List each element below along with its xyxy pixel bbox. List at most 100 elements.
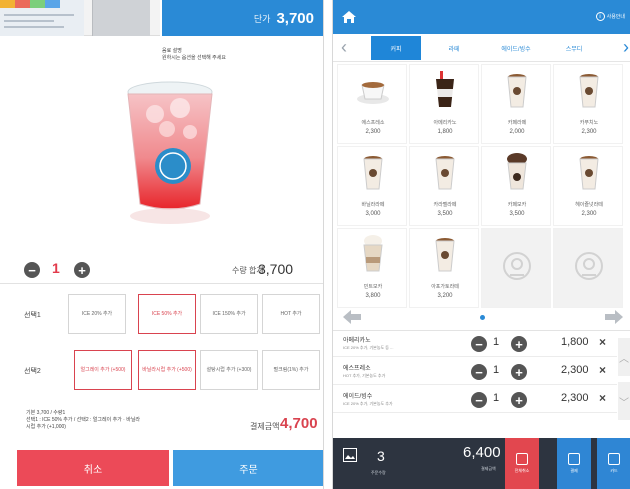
order-item-price: 2,300 — [561, 392, 589, 404]
menu-item-price: 2,300 — [365, 129, 381, 135]
tab-coffee[interactable]: 커피 — [371, 36, 421, 60]
menu-item-name: 헤이즐넛라떼 — [575, 202, 603, 208]
minus-icon[interactable]: − — [24, 262, 40, 278]
plus-icon[interactable]: + — [74, 262, 90, 278]
order-item-price: 2,300 — [561, 364, 589, 376]
menu-item-price: 2,300 — [581, 129, 597, 135]
menu-item-name: 아메리카노 — [433, 120, 457, 126]
menu-item-price: 2,300 — [581, 211, 597, 217]
menu-item[interactable]: 카페라떼 2,000 — [481, 64, 551, 144]
tab-ade[interactable]: 에이드/빙수 — [491, 36, 541, 60]
menu-item-image — [572, 69, 606, 109]
menu-item-name: 카페모카 — [507, 202, 527, 208]
menu-item[interactable]: 아메리카노 1,800 — [409, 64, 479, 144]
close-icon[interactable]: × — [599, 363, 606, 377]
close-icon[interactable]: × — [599, 335, 606, 349]
close-icon[interactable]: × — [599, 391, 606, 405]
info-label: 사용안내 — [606, 14, 625, 20]
menu-item[interactable]: 민트모카 3,800 — [337, 228, 407, 308]
chevron-right-icon[interactable]: › — [623, 37, 629, 57]
minus-icon[interactable]: − — [471, 336, 487, 352]
photo-icon[interactable] — [343, 448, 357, 462]
chevron-left-icon[interactable]: ‹ — [341, 37, 347, 57]
card-icon — [608, 453, 620, 465]
minus-icon[interactable]: − — [471, 364, 487, 380]
menu-item-image — [500, 69, 534, 109]
minus-icon[interactable]: − — [471, 392, 487, 408]
top-bar: i 사용안내 — [333, 0, 630, 34]
tab-smoothie[interactable]: 스무디 — [549, 36, 599, 60]
pay-button[interactable]: 결제 — [557, 438, 591, 489]
total-value: 4,700 — [280, 415, 318, 432]
tab-latte[interactable]: 라떼 — [429, 36, 479, 60]
bottom-bar: 3 주문수량 6,400 결제금액 전체취소 결제 카드 — [333, 438, 630, 489]
order-item: 에스프레소 HOT 추가, 기본농도 추가 − 1 + 2,300 × — [333, 359, 617, 385]
unit-price-header: 단가 3,700 — [162, 0, 323, 36]
menu-item-image — [428, 69, 462, 109]
total-label: 결제금액 — [250, 422, 280, 431]
menu-item-name: 카라멜라떼 — [433, 202, 457, 208]
option-button[interactable]: ICE 150% 추가 — [200, 294, 258, 334]
option-button-selected[interactable]: 바닐라시럽 추가 (+500) — [138, 350, 196, 390]
order-total: 6,400 — [463, 444, 501, 461]
option-panel: 단가 3,700 음료 설명 원하시는 옵션을 선택해 주세요 − 1 + 수량… — [0, 0, 324, 489]
cancel-button[interactable]: 취소 — [17, 450, 169, 486]
menu-item-price: 3,500 — [509, 211, 525, 217]
option-row-label: 선택2 — [24, 368, 41, 375]
order-item: 에이드/빙수 ICE 20% 추가, 기본농도 추가 − 1 + 2,300 × — [333, 387, 617, 413]
option-button[interactable]: 설탕시럽 추가 (+300) — [200, 350, 258, 390]
menu-item[interactable]: 아포가토라떼 3,200 — [409, 228, 479, 308]
menu-item-name: 아포가토라떼 — [431, 284, 459, 290]
plus-icon[interactable]: + — [511, 336, 527, 352]
menu-item-name: 에스프레소 — [361, 120, 385, 126]
order-item-qty: 1 — [493, 364, 500, 376]
info-button[interactable]: i 사용안내 — [595, 12, 625, 21]
option-button-selected[interactable]: ICE 50% 추가 — [138, 294, 196, 334]
option-button[interactable]: HOT 추가 — [262, 294, 320, 334]
chevron-down-icon[interactable]: ﹀ — [618, 382, 630, 420]
order-item-options: ICE 20% 추가, 기본농도 등 ... — [343, 345, 394, 350]
option-button-selected[interactable]: 얼그레이 추가 (+500) — [74, 350, 132, 390]
menu-item-image — [500, 151, 534, 191]
chevron-up-icon[interactable]: ︿ — [618, 338, 630, 376]
home-icon[interactable] — [341, 9, 357, 25]
menu-item-price: 3,800 — [365, 293, 381, 299]
wallet-icon — [568, 453, 580, 465]
menu-item-image — [428, 233, 462, 273]
menu-item-name: 민트모카 — [363, 284, 383, 290]
order-item-name: 에이드/빙수 — [343, 394, 373, 400]
card-button[interactable]: 카드 — [597, 438, 630, 489]
unit-price-value: 3,700 — [276, 9, 314, 27]
menu-item[interactable]: 헤이즐넛라떼 2,300 — [553, 146, 623, 226]
menu-panel: i 사용안내 ‹ 커피 라떼 에이드/빙수 스무디 › 에스프레소 2,300 아메… — [332, 0, 630, 489]
order-count: 3 — [377, 448, 385, 464]
menu-item[interactable]: 카라멜라떼 3,500 — [409, 146, 479, 226]
order-item: 아메리카노 ICE 20% 추가, 기본농도 등 ... − 1 + 1,800… — [333, 331, 617, 357]
unit-price-label: 단가 — [253, 13, 271, 24]
quantity-value: 1 — [52, 260, 60, 276]
order-summary-text: 기본 3,700 / 수량1 선택1 : ICE 50% 추가 / 선택2 : … — [26, 410, 141, 430]
quantity-row: − 1 + 수량 합계 3,700 — [0, 256, 323, 284]
cafe-placeholder-icon — [575, 252, 603, 280]
page-next-icon[interactable] — [605, 310, 623, 324]
menu-item[interactable]: 카푸치노 2,300 — [553, 64, 623, 144]
pager — [333, 308, 630, 328]
order-item-name: 에스프레소 — [343, 366, 371, 372]
option-button[interactable]: ICE 20% 추가 — [68, 294, 126, 334]
plus-icon[interactable]: + — [511, 392, 527, 408]
order-button[interactable]: 주문 — [173, 450, 323, 486]
option-button[interactable]: 펄크림(1%) 추가 — [262, 350, 320, 390]
menu-item[interactable]: 에스프레소 2,300 — [337, 64, 407, 144]
page-prev-icon[interactable] — [343, 310, 361, 324]
menu-item-image — [356, 151, 390, 191]
thumbnail-strip — [0, 0, 160, 36]
plus-icon[interactable]: + — [511, 364, 527, 380]
menu-item-name: 바닐라라떼 — [361, 202, 385, 208]
cancel-all-button[interactable]: 전체취소 — [505, 438, 539, 489]
menu-item[interactable]: 카페모카 3,500 — [481, 146, 551, 226]
menu-item[interactable]: 바닐라라떼 3,000 — [337, 146, 407, 226]
menu-item-image — [356, 69, 390, 109]
order-item-options: ICE 20% 추가, 기본농도 추가 — [343, 401, 393, 406]
order-count-label: 주문수량 — [371, 470, 386, 475]
menu-item-image — [356, 233, 390, 273]
